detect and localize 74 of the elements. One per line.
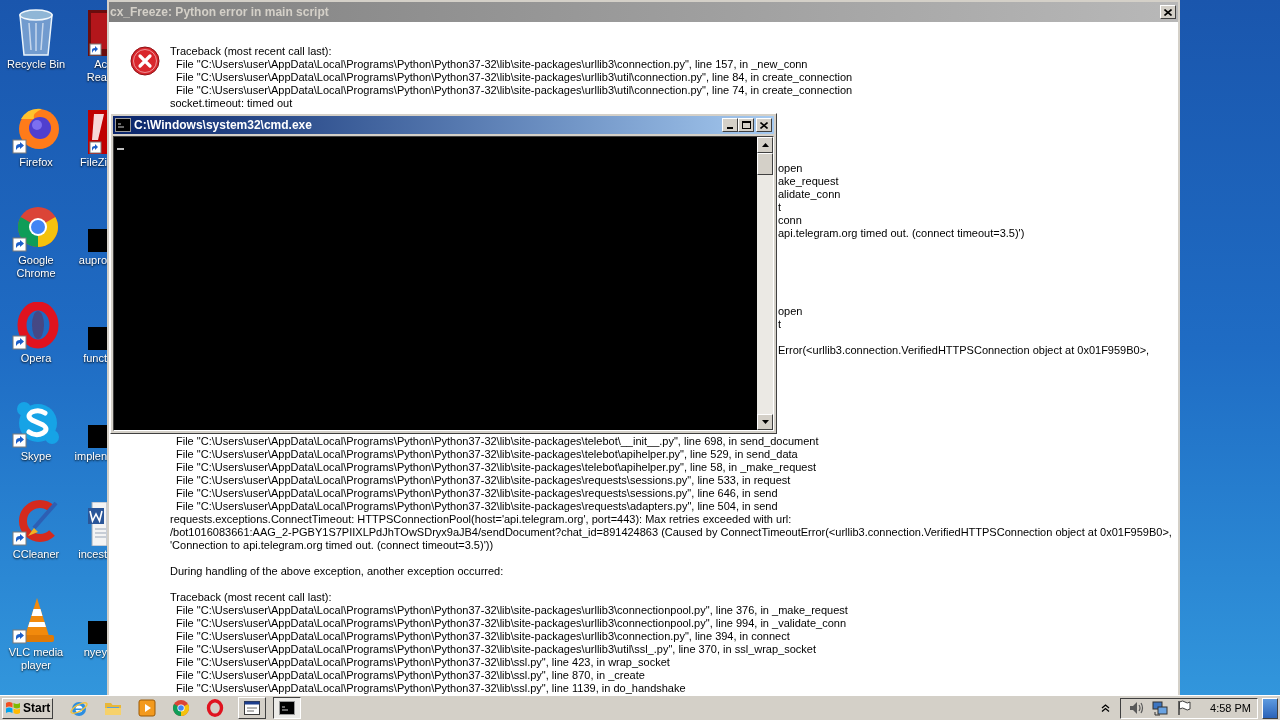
traceback-text-line: socket.timeout: timed out [170, 97, 293, 110]
traceback-text-line: /bot1016083661:AAG_2-PGBY1S7PIIXLPdJhTOwSDryx9aJB4/sendDocument?chat_id=891424863 (Caused by ConnectTimeoutError(<urllib3.connection.VerifiedHTTPSConnection object at 0x01F959B0>, [170, 526, 1172, 539]
app-tile-icon [88, 425, 107, 448]
scroll-down-button[interactable] [757, 414, 773, 430]
text-cursor [117, 148, 124, 150]
minimize-button[interactable] [722, 118, 738, 132]
traceback-text-fragment: open [778, 305, 803, 318]
traceback-frame-line: File "C:\Users\user\AppData\Local\Programs\Python\Python37-32\lib\ssl.py", line 423, in wrap_socket [176, 656, 670, 669]
traceback-frame-line: File "C:\Users\user\AppData\Local\Programs\Python\Python37-32\lib\site-packages\urllib3\util\connection.py", line 84, in create_connection [176, 71, 853, 84]
close-icon [760, 121, 768, 129]
traceback-frame-line: File "C:\Users\user\AppData\Local\Programs\Python\Python37-32\lib\site-packages\telebot\apihelper.py", line 529, in send_data [176, 448, 798, 461]
traceback-frame-line: File "C:\Users\user\AppData\Local\Programs\Python\Python37-32\lib\site-packages\telebot\__init__.py", line 698, in send_document [176, 435, 819, 448]
scrollbar-thumb[interactable] [757, 153, 773, 175]
down-arrow-icon [761, 420, 769, 424]
traceback-frame-line: File "C:\Users\user\AppData\Local\Programs\Python\Python37-32\lib\site-packages\urllib3\connection.py", line 394, in connect [176, 630, 790, 643]
traceback-frame-line: File "C:\Users\user\AppData\Local\Programs\Python\Python37-32\lib\site-packages\urllib3\connection.py", line 157, in _new_conn [176, 58, 808, 71]
network-icon[interactable] [1152, 700, 1169, 716]
app-tile-icon [88, 327, 107, 350]
traceback-text-fragment: Error(<urllib3.connection.VerifiedHTTPSConnection object at 0x01F959B0>, [778, 344, 1150, 357]
traceback-text-fragment: alidate_conn [778, 188, 841, 201]
traceback-text-fragment: t [778, 318, 782, 331]
traceback-frame-line: File "C:\Users\user\AppData\Local\Programs\Python\Python37-32\lib\site-packages\telebot\apihelper.py", line 58, in _make_request [176, 461, 817, 474]
maximize-icon [741, 121, 751, 129]
taskbar-button[interactable] [273, 697, 301, 719]
traceback-frame-line: File "C:\Users\user\AppData\Local\Programs\Python\Python37-32\lib\ssl.py", line 870, in _create [176, 669, 645, 682]
traceback-frame-line: File "C:\Users\user\AppData\Local\Programs\Python\Python37-32\lib\site-packages\urllib3\connectionpool.py", line 994, in _validate_conn [176, 617, 847, 630]
chevron-up-icon[interactable] [1101, 704, 1111, 712]
traceback-text-fragment: api.telegram.org timed out. (connect timeout=3.5)') [778, 227, 1025, 240]
traceback-frame-line: File "C:\Users\user\AppData\Local\Programs\Python\Python37-32\lib\site-packages\urllib3\connectionpool.py", line 376, in _make_request [176, 604, 848, 617]
chrome-icon[interactable] [172, 699, 190, 717]
traceback-text-line: During handling of the above exception, another exception occurred: [170, 565, 504, 578]
speaker-icon[interactable] [1128, 700, 1145, 716]
window-icon [244, 701, 260, 715]
traceback-text-line: Traceback (most recent call last): [170, 591, 332, 604]
minimize-icon [727, 127, 733, 129]
start-button[interactable]: Start [2, 697, 53, 719]
show-desktop-button[interactable] [1262, 697, 1278, 719]
traceback-text-fragment: t [778, 201, 782, 214]
firefox-icon [12, 106, 60, 154]
traceback-frame-line: File "C:\Users\user\AppData\Local\Programs\Python\Python37-32\lib\ssl.py", line 1139, in do_handshake [176, 682, 686, 695]
app-tile-icon [88, 229, 107, 252]
ccleaner-icon [12, 498, 60, 546]
browser-icon[interactable] [70, 699, 88, 717]
console-icon [115, 118, 131, 132]
close-button[interactable] [756, 118, 772, 132]
app-tile-icon [88, 621, 107, 644]
close-button[interactable] [1160, 5, 1176, 19]
console-title: C:\Windows\system32\cmd.exe [134, 117, 312, 134]
opera-icon[interactable] [206, 699, 224, 717]
opera-icon [12, 302, 60, 350]
up-arrow-icon [761, 143, 769, 147]
clock[interactable]: 4:58 PM [1210, 699, 1251, 717]
traceback-frame-line: File "C:\Users\user\AppData\Local\Programs\Python\Python37-32\lib\site-packages\urllib3\util\connection.py", line 74, in create_connection [176, 84, 853, 97]
traceback-text-line: Traceback (most recent call last): [170, 45, 332, 58]
scroll-up-button[interactable] [757, 137, 773, 153]
flag-logo-icon [5, 701, 21, 715]
traceback-frame-line: File "C:\Users\user\AppData\Local\Programs\Python\Python37-32\lib\site-packages\urllib3\util\ssl_.py", line 370, in ssl_wrap_socket [176, 643, 816, 656]
traceback-text-fragment: conn [778, 214, 802, 227]
traceback-text-line: 'Connection to api.telegram.org timed out. (connect timeout=3.5)')) [170, 539, 494, 552]
maximize-button[interactable] [738, 118, 754, 132]
traceback-text-fragment: open [778, 162, 803, 175]
traceback-frame-line: File "C:\Users\user\AppData\Local\Programs\Python\Python37-32\lib\site-packages\requests\sessions.py", line 646, in send [176, 487, 778, 500]
dialog-title: cx_Freeze: Python error in main script [110, 4, 329, 21]
media-player-icon[interactable] [138, 699, 156, 717]
traceback-text-fragment: ake_request [778, 175, 839, 188]
error-icon [130, 46, 160, 76]
chrome-icon [12, 204, 60, 252]
traceback-text-line: requests.exceptions.ConnectTimeout: HTTPSConnectionPool(host='api.telegram.org', port=443): Max retries exceeded with url: [170, 513, 792, 526]
skype-icon [12, 400, 60, 448]
flag-icon[interactable] [1176, 700, 1193, 716]
close-icon [1164, 8, 1172, 16]
console-icon [279, 701, 295, 715]
traceback-frame-line: File "C:\Users\user\AppData\Local\Programs\Python\Python37-32\lib\site-packages\requests\adapters.py", line 504, in send [176, 500, 778, 513]
traceback-frame-line: File "C:\Users\user\AppData\Local\Programs\Python\Python37-32\lib\site-packages\requests\sessions.py", line 533, in request [176, 474, 791, 487]
